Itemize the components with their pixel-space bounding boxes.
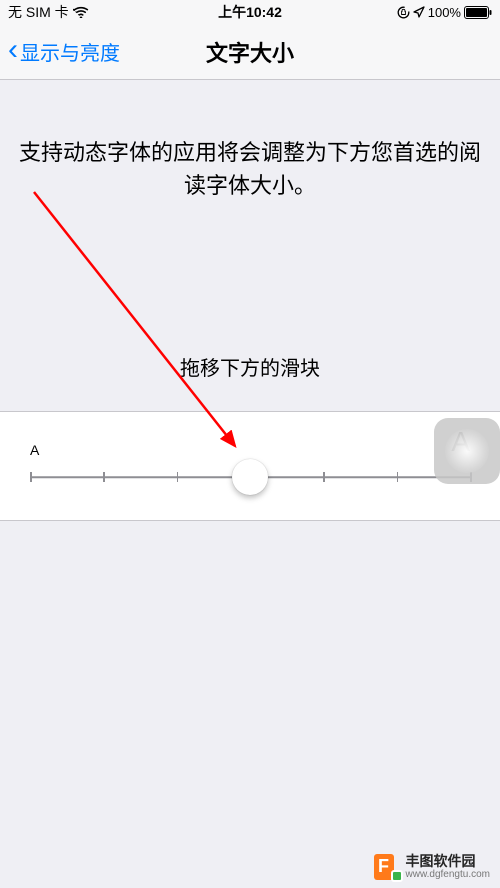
watermark-logo-accent (391, 870, 403, 882)
text-size-slider[interactable] (30, 460, 470, 494)
carrier-text: 无 SIM 卡 (8, 2, 69, 22)
status-time: 上午10:42 (169, 2, 330, 22)
battery-text: 100% (428, 5, 461, 20)
status-right: 100% (331, 5, 492, 20)
slider-thumb[interactable] (232, 459, 268, 495)
battery-icon (464, 6, 492, 19)
slider-tick (30, 472, 32, 482)
dynamic-type-description: 支持动态字体的应用将会调整为下方您首选的阅读字体大小。 (0, 136, 500, 202)
watermark-title: 丰图软件园 (406, 854, 491, 869)
slider-hint-text: 拖移下方的滑块 (0, 352, 500, 381)
slider-tick (323, 472, 325, 482)
slider-tick (397, 472, 399, 482)
watermark-url: www.dgfengtu.com (406, 869, 491, 880)
nav-bar: ‹ 显示与亮度 文字大小 (0, 24, 500, 80)
watermark-text: 丰图软件园 www.dgfengtu.com (406, 854, 491, 880)
watermark: F 丰图软件园 www.dgfengtu.com (374, 854, 491, 880)
status-bar: 无 SIM 卡 上午10:42 100% (0, 0, 500, 24)
location-icon (413, 6, 425, 18)
watermark-logo: F (374, 854, 400, 880)
wifi-icon (73, 6, 89, 18)
slider-tick (177, 472, 179, 482)
back-label: 显示与亮度 (20, 37, 120, 66)
slider-labels: A A (30, 426, 470, 458)
chevron-left-icon: ‹ (8, 35, 18, 65)
orientation-lock-icon (397, 6, 410, 19)
status-left: 无 SIM 卡 (8, 2, 169, 22)
main-content: 支持动态字体的应用将会调整为下方您首选的阅读字体大小。 拖移下方的滑块 A A (0, 80, 500, 521)
slider-tick (103, 472, 105, 482)
assistive-touch-icon (445, 429, 489, 473)
assistive-touch-button[interactable] (434, 418, 500, 484)
slider-min-label: A (30, 442, 39, 458)
text-size-slider-panel: A A (0, 411, 500, 521)
back-button[interactable]: ‹ 显示与亮度 (8, 37, 120, 66)
